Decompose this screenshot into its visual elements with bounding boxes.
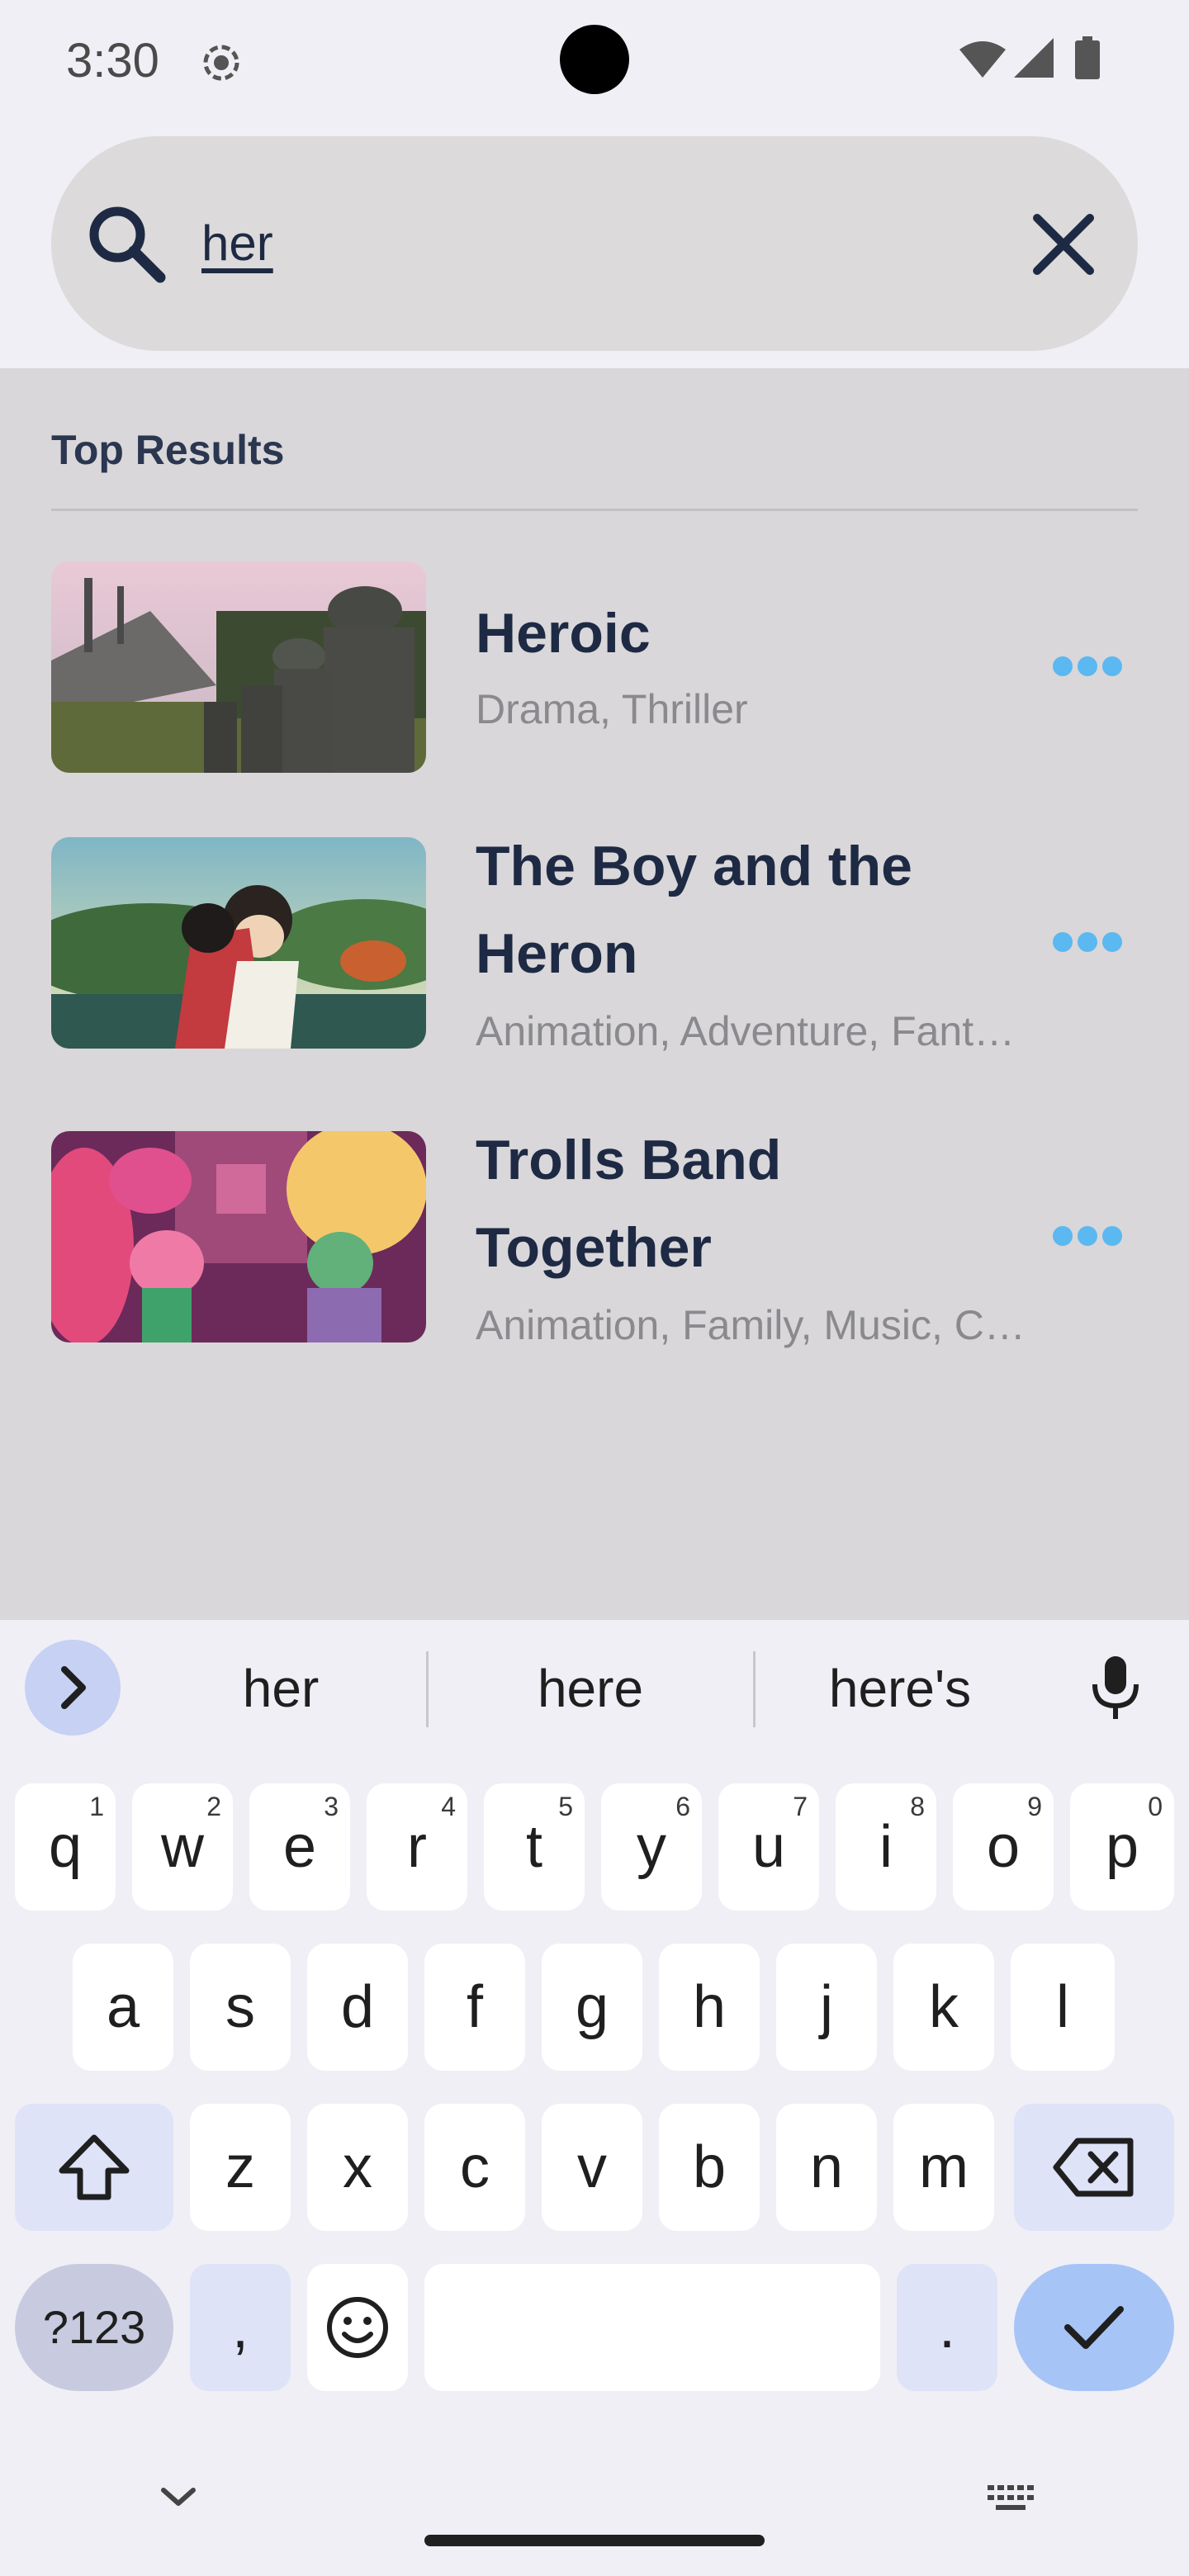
comma-key[interactable]: , bbox=[190, 2264, 291, 2391]
result-genres: Animation, Family, Music, Comedy bbox=[476, 1302, 1037, 1348]
key-r[interactable]: r4 bbox=[367, 1783, 467, 1911]
result-title[interactable]: Heroic bbox=[476, 590, 1021, 677]
emoji-key[interactable] bbox=[307, 2264, 408, 2391]
key-c[interactable]: c bbox=[424, 2104, 525, 2231]
result-thumbnail[interactable] bbox=[51, 837, 426, 1049]
backspace-key[interactable] bbox=[1014, 2104, 1174, 2231]
key-f[interactable]: f bbox=[424, 1944, 525, 2071]
check-icon bbox=[1064, 2306, 1124, 2349]
key-q[interactable]: q1 bbox=[15, 1783, 116, 1911]
key-hint: 9 bbox=[1027, 1792, 1042, 1821]
home-handle[interactable] bbox=[424, 2535, 765, 2546]
key-hint: 3 bbox=[324, 1792, 339, 1821]
result-title[interactable]: Trolls Band Together bbox=[476, 1116, 1021, 1291]
key-label: o bbox=[986, 1814, 1021, 1880]
shift-icon bbox=[59, 2134, 130, 2200]
mic-icon[interactable] bbox=[1088, 1655, 1143, 1721]
key-hint: 1 bbox=[89, 1792, 104, 1821]
divider bbox=[51, 509, 1138, 511]
keyboard bbox=[0, 1620, 1189, 2576]
key-hint: 0 bbox=[1148, 1792, 1163, 1821]
search-icon bbox=[89, 206, 166, 283]
suggestions-expand-button[interactable] bbox=[25, 1640, 121, 1735]
key-m[interactable]: m bbox=[893, 2104, 994, 2231]
divider bbox=[753, 1651, 756, 1727]
key-label: u bbox=[751, 1814, 786, 1880]
suggestion[interactable]: her bbox=[165, 1651, 396, 1726]
key-hint: 5 bbox=[558, 1792, 573, 1821]
key-label: t bbox=[525, 1814, 542, 1880]
chevron-right-icon bbox=[61, 1666, 86, 1709]
period-key[interactable]: . bbox=[897, 2264, 997, 2391]
key-y[interactable]: y6 bbox=[601, 1783, 702, 1911]
key-k[interactable]: k bbox=[893, 1944, 994, 2071]
keyboard-icon[interactable] bbox=[984, 2482, 1037, 2515]
key-label: y bbox=[637, 1814, 666, 1880]
key-d[interactable]: d bbox=[307, 1944, 408, 2071]
symbols-key[interactable]: ?123 bbox=[15, 2264, 173, 2391]
key-l[interactable]: l bbox=[1011, 1944, 1115, 2071]
backspace-icon bbox=[1053, 2138, 1134, 2197]
space-key[interactable] bbox=[424, 2264, 880, 2391]
key-label: r bbox=[407, 1814, 427, 1880]
shift-key[interactable] bbox=[15, 2104, 173, 2231]
result-genres: Drama, Thriller bbox=[476, 686, 748, 732]
signal-icon bbox=[1014, 38, 1054, 78]
suggestion[interactable]: here's bbox=[776, 1651, 1024, 1726]
key-hint: 7 bbox=[793, 1792, 808, 1821]
divider bbox=[426, 1651, 429, 1727]
screen-record-icon bbox=[203, 45, 239, 81]
result-genres: Animation, Adventure, Fantasy bbox=[476, 1008, 1037, 1054]
result-thumbnail[interactable] bbox=[51, 1131, 426, 1342]
key-x[interactable]: x bbox=[307, 2104, 408, 2231]
key-label: q bbox=[48, 1814, 83, 1880]
key-e[interactable]: e3 bbox=[249, 1783, 350, 1911]
key-t[interactable]: t5 bbox=[484, 1783, 585, 1911]
suggestion[interactable]: here bbox=[462, 1651, 718, 1726]
key-n[interactable]: n bbox=[776, 2104, 877, 2231]
key-v[interactable]: v bbox=[542, 2104, 642, 2231]
key-w[interactable]: w2 bbox=[132, 1783, 233, 1911]
status-time: 3:30 bbox=[66, 34, 159, 88]
key-label: e bbox=[282, 1814, 317, 1880]
key-z[interactable]: z bbox=[190, 2104, 291, 2231]
key-i[interactable]: i8 bbox=[836, 1783, 936, 1911]
key-j[interactable]: j bbox=[776, 1944, 877, 2071]
result-thumbnail[interactable] bbox=[51, 561, 426, 773]
battery-icon bbox=[1075, 36, 1100, 79]
key-u[interactable]: u7 bbox=[718, 1783, 819, 1911]
key-h[interactable]: h bbox=[659, 1944, 760, 2071]
results-heading: Top Results bbox=[51, 427, 285, 473]
key-o[interactable]: o9 bbox=[953, 1783, 1054, 1911]
search-input[interactable]: her bbox=[201, 206, 945, 281]
key-b[interactable]: b bbox=[659, 2104, 760, 2231]
key-label: p bbox=[1105, 1814, 1139, 1880]
emoji-icon bbox=[327, 2297, 388, 2358]
more-horizontal-icon[interactable] bbox=[1050, 654, 1125, 679]
enter-key[interactable] bbox=[1014, 2264, 1174, 2391]
key-a[interactable]: a bbox=[73, 1944, 173, 2071]
key-hint: 8 bbox=[910, 1792, 925, 1821]
key-label: w bbox=[161, 1814, 204, 1880]
key-hint: 4 bbox=[441, 1792, 456, 1821]
key-hint: 2 bbox=[206, 1792, 221, 1821]
result-title[interactable]: The Boy and the Heron bbox=[476, 822, 1021, 997]
key-label: i bbox=[879, 1814, 893, 1880]
key-s[interactable]: s bbox=[190, 1944, 291, 2071]
chevron-down-icon[interactable] bbox=[152, 2480, 205, 2513]
key-p[interactable]: p0 bbox=[1070, 1783, 1174, 1911]
key-hint: 6 bbox=[675, 1792, 690, 1821]
more-horizontal-icon[interactable] bbox=[1050, 1224, 1125, 1248]
camera-cutout bbox=[560, 25, 629, 94]
more-horizontal-icon[interactable] bbox=[1050, 930, 1125, 954]
wifi-icon bbox=[959, 41, 1006, 78]
close-icon[interactable] bbox=[1024, 205, 1103, 284]
key-g[interactable]: g bbox=[542, 1944, 642, 2071]
